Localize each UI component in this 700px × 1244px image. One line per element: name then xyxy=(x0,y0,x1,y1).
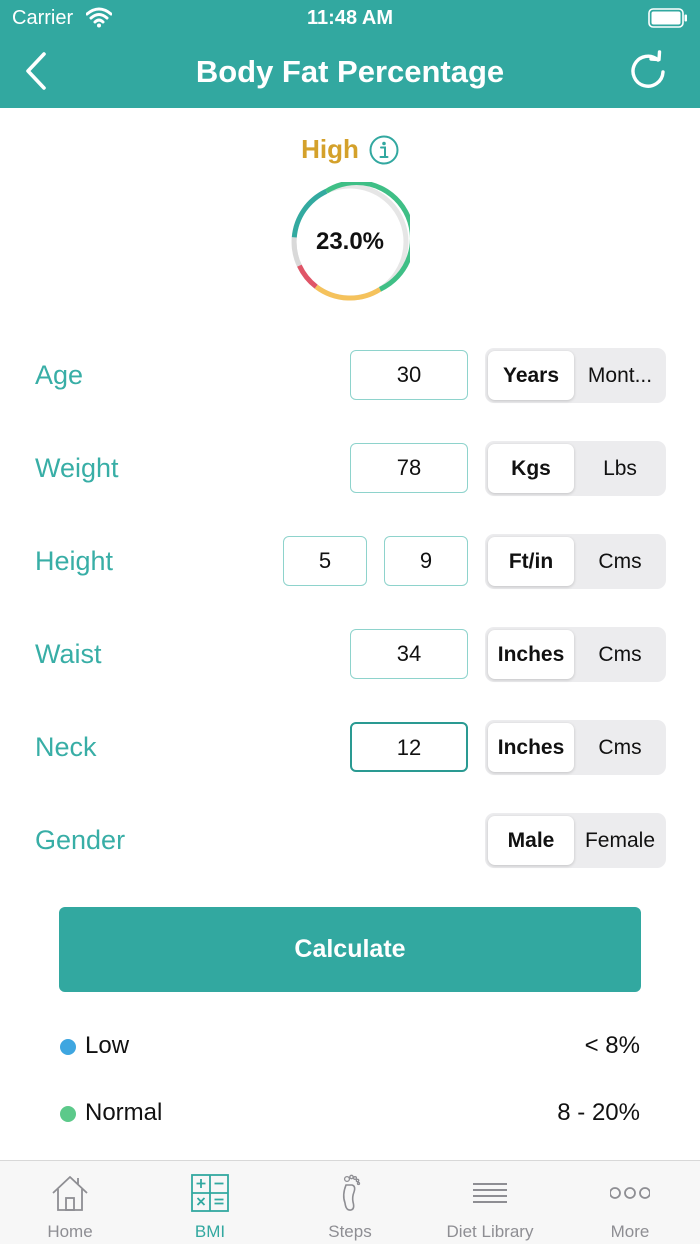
height-unit-selector[interactable]: Ft/in Cms xyxy=(485,534,666,589)
tab-bmi[interactable]: BMI xyxy=(140,1161,280,1244)
gauge-segment-very-high xyxy=(297,264,318,289)
age-unit-months[interactable]: Mont... xyxy=(577,351,663,400)
footprint-icon xyxy=(342,1174,361,1211)
tab-more[interactable]: More xyxy=(560,1161,700,1244)
nav-bar: Body Fat Percentage xyxy=(0,36,700,108)
gender-label: Gender xyxy=(35,825,126,855)
calculator-icon xyxy=(191,1174,229,1212)
gauge-segment-high xyxy=(314,284,382,301)
refresh-icon[interactable] xyxy=(626,50,670,94)
age-input[interactable]: 30 xyxy=(350,350,468,400)
result-status: High xyxy=(0,134,700,165)
waist-unit-cms[interactable]: Cms xyxy=(577,630,663,679)
legend-name-low: Low xyxy=(85,1032,130,1059)
legend-item-normal: Normal 8 - 20% xyxy=(60,1097,640,1131)
age-unit-years[interactable]: Years xyxy=(488,351,574,400)
neck-unit-selector[interactable]: Inches Cms xyxy=(485,720,666,775)
tab-steps-label: Steps xyxy=(328,1222,372,1241)
tab-home-label: Home xyxy=(47,1222,93,1241)
legend-range-low: < 8% xyxy=(584,1032,640,1059)
result-status-label: High xyxy=(301,134,359,164)
tab-bmi-label: BMI xyxy=(194,1222,226,1241)
legend-range-normal: 8 - 20% xyxy=(557,1099,640,1126)
weight-unit-lbs[interactable]: Lbs xyxy=(577,444,663,493)
tab-more-label: More xyxy=(610,1222,650,1241)
calculate-button[interactable]: Calculate xyxy=(59,907,641,992)
body-fat-value: 23.0% xyxy=(315,228,385,255)
weight-unit-selector[interactable]: Kgs Lbs xyxy=(485,441,666,496)
tab-diet-library[interactable]: Diet Library xyxy=(420,1161,560,1244)
legend-dot-low xyxy=(60,1039,76,1055)
page-title: Body Fat Percentage xyxy=(195,54,505,89)
list-icon xyxy=(473,1183,507,1203)
age-label: Age xyxy=(35,360,84,390)
height-label: Height xyxy=(35,546,114,576)
neck-unit-inches[interactable]: Inches xyxy=(488,723,574,772)
legend-dot-normal xyxy=(60,1106,76,1122)
info-icon[interactable] xyxy=(369,135,399,165)
tab-home[interactable]: Home xyxy=(0,1161,140,1244)
gender-selector[interactable]: Male Female xyxy=(485,813,666,868)
header: Carrier 11:48 AM Body Fat Percentage xyxy=(0,0,700,108)
age-unit-selector[interactable]: Years Mont... xyxy=(485,348,666,403)
more-icon xyxy=(610,1187,650,1199)
waist-label: Waist xyxy=(35,639,102,669)
tab-steps[interactable]: Steps xyxy=(280,1161,420,1244)
weight-label: Weight xyxy=(35,453,119,483)
tab-bar: Home BMI Steps Diet Library More xyxy=(0,1160,700,1244)
height-unit-ftin[interactable]: Ft/in xyxy=(488,537,574,586)
neck-input[interactable]: 12 xyxy=(350,722,468,772)
gender-male[interactable]: Male xyxy=(488,816,574,865)
height-inches-input[interactable]: 9 xyxy=(384,536,468,586)
legend-item-low: Low < 8% xyxy=(60,1030,640,1064)
weight-input[interactable]: 78 xyxy=(350,443,468,493)
height-unit-cms[interactable]: Cms xyxy=(577,537,663,586)
waist-input[interactable]: 34 xyxy=(350,629,468,679)
neck-label: Neck xyxy=(35,732,97,762)
legend-name-normal: Normal xyxy=(85,1099,163,1126)
tab-diet-library-label: Diet Library xyxy=(446,1222,534,1241)
home-icon xyxy=(52,1176,88,1211)
waist-unit-inches[interactable]: Inches xyxy=(488,630,574,679)
waist-unit-selector[interactable]: Inches Cms xyxy=(485,627,666,682)
weight-unit-kgs[interactable]: Kgs xyxy=(488,444,574,493)
height-feet-input[interactable]: 5 xyxy=(283,536,367,586)
battery-icon xyxy=(648,8,687,28)
status-bar: Carrier 11:48 AM xyxy=(0,0,700,36)
status-time: 11:48 AM xyxy=(307,7,393,29)
neck-unit-cms[interactable]: Cms xyxy=(577,723,663,772)
gender-female[interactable]: Female xyxy=(577,816,663,865)
